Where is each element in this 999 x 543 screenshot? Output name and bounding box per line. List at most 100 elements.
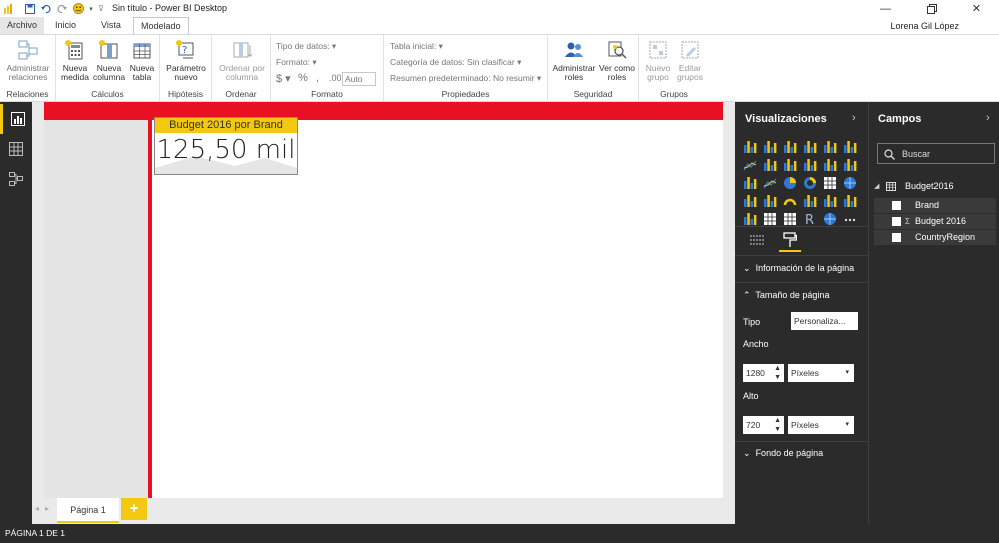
line-chart-icon[interactable] bbox=[743, 158, 758, 172]
multirow-card-icon[interactable] bbox=[823, 194, 838, 208]
tab-modelado[interactable]: Modelado bbox=[133, 17, 189, 35]
width-unit-dropdown[interactable]: Píxeles ▾ bbox=[788, 364, 854, 382]
data-type-dropdown[interactable]: Tipo de datos: ▾ bbox=[276, 41, 336, 52]
page-tab-1[interactable]: Página 1 bbox=[57, 498, 119, 523]
manage-relationships-button[interactable]: Administrar relaciones bbox=[4, 39, 52, 82]
field-item-budget-2016[interactable]: Σ Budget 2016 bbox=[874, 214, 996, 229]
fields-search-input[interactable]: Buscar bbox=[877, 143, 995, 164]
close-button[interactable]: ✕ bbox=[954, 0, 999, 17]
new-group-button[interactable]: Nuevo grupo bbox=[643, 39, 673, 82]
fields-well-icon[interactable] bbox=[749, 233, 765, 249]
filled-map-icon[interactable] bbox=[743, 194, 758, 208]
tab-archivo[interactable]: Archivo bbox=[0, 17, 45, 34]
gauge-icon[interactable] bbox=[783, 194, 798, 208]
height-input[interactable]: 720 ▲ ▼ bbox=[743, 416, 784, 434]
scroll-right-icon[interactable]: ▸ bbox=[45, 504, 49, 513]
line-clustered-icon[interactable] bbox=[823, 158, 838, 172]
new-parameter-button[interactable]: ? Parámetro nuevo bbox=[164, 39, 208, 82]
smiley-feedback-icon[interactable] bbox=[72, 2, 84, 15]
collapse-visualizations-icon[interactable]: › bbox=[852, 112, 856, 124]
table-visual-icon[interactable] bbox=[763, 212, 778, 226]
save-icon[interactable] bbox=[24, 2, 36, 15]
tab-inicio[interactable]: Inicio bbox=[48, 17, 83, 34]
edit-groups-button[interactable]: Editar grupos bbox=[675, 39, 705, 82]
sort-by-column-button[interactable]: Ordenar por columna bbox=[216, 39, 268, 82]
home-table-dropdown[interactable]: Tabla inicial: ▾ bbox=[390, 41, 443, 52]
view-as-roles-button[interactable]: Ver como roles bbox=[598, 39, 636, 82]
100-bar-icon[interactable] bbox=[823, 140, 838, 154]
page-type-dropdown[interactable]: Personaliza... bbox=[791, 312, 858, 330]
scatter-icon[interactable] bbox=[763, 176, 778, 190]
user-name[interactable]: Lorena Gil López bbox=[890, 21, 959, 31]
quick-access-customize-icon[interactable]: ⊽ bbox=[95, 2, 107, 15]
default-summarization-dropdown[interactable]: Resumen predeterminado: No resumir ▾ bbox=[390, 73, 541, 84]
manage-relationships-label-2: relaciones bbox=[8, 72, 48, 82]
section-page-information[interactable]: ⌄ Información de la página bbox=[743, 263, 854, 274]
model-view-icon[interactable] bbox=[0, 164, 32, 194]
new-table-button[interactable]: Nueva tabla bbox=[128, 39, 156, 82]
slicer-icon[interactable] bbox=[743, 212, 758, 226]
comma-icon[interactable]: , bbox=[316, 72, 319, 84]
pie-icon[interactable] bbox=[783, 176, 798, 190]
card-visual[interactable]: Budget 2016 por Brand 125,50 mil bbox=[154, 117, 298, 175]
line-column-icon[interactable] bbox=[803, 158, 818, 172]
100-column-icon[interactable] bbox=[843, 140, 858, 154]
new-group-icon bbox=[649, 41, 667, 59]
map-icon[interactable] bbox=[843, 176, 858, 190]
new-column-button[interactable]: Nueva columna bbox=[93, 39, 125, 82]
scroll-left-icon[interactable]: ◂ bbox=[35, 504, 39, 513]
donut-icon[interactable] bbox=[803, 176, 818, 190]
stepper-icon[interactable]: ▲ ▼ bbox=[774, 364, 781, 382]
tab-vista[interactable]: Vista bbox=[94, 17, 128, 34]
more-visuals-icon[interactable] bbox=[843, 212, 858, 226]
sort-by-column-label-2: columna bbox=[225, 72, 259, 82]
funnel-icon[interactable] bbox=[763, 194, 778, 208]
new-measure-button[interactable]: Nueva medida bbox=[60, 39, 90, 82]
kpi-icon[interactable] bbox=[843, 194, 858, 208]
maximize-button[interactable] bbox=[909, 0, 954, 17]
stepper-icon[interactable]: ▲ ▼ bbox=[774, 416, 781, 434]
area-chart-icon[interactable] bbox=[763, 158, 778, 172]
field-item-countryregion[interactable]: CountryRegion bbox=[874, 230, 996, 245]
data-category-dropdown[interactable]: Categoría de datos: Sin clasificar ▾ bbox=[390, 57, 521, 68]
manage-roles-button[interactable]: Administrar roles bbox=[551, 39, 597, 82]
field-table-budget2016[interactable]: ◢ Budget2016 bbox=[874, 179, 996, 194]
percent-icon[interactable]: % bbox=[298, 72, 308, 84]
decimal-icon[interactable]: .00 bbox=[329, 73, 342, 83]
height-unit-dropdown[interactable]: Píxeles ▾ bbox=[788, 416, 854, 434]
stacked-bar-icon[interactable] bbox=[743, 140, 758, 154]
r-visual-icon[interactable]: R bbox=[803, 212, 818, 228]
ribbon-chart-icon[interactable] bbox=[843, 158, 858, 172]
section-page-size[interactable]: ⌃ Tamaño de página bbox=[743, 290, 829, 301]
card-icon[interactable] bbox=[803, 194, 818, 208]
format-paint-roller-icon[interactable] bbox=[779, 230, 801, 252]
stacked-column-icon[interactable] bbox=[763, 140, 778, 154]
globe-icon[interactable] bbox=[823, 212, 838, 226]
minimize-button[interactable]: — bbox=[863, 0, 908, 17]
stacked-area-icon[interactable] bbox=[783, 158, 798, 172]
add-page-button[interactable]: + bbox=[121, 498, 147, 520]
decimal-places-input[interactable]: Auto bbox=[342, 72, 376, 86]
width-value: 1280 bbox=[746, 368, 765, 378]
matrix-icon[interactable] bbox=[783, 212, 798, 226]
report-view-icon[interactable] bbox=[0, 104, 32, 134]
field-checkbox[interactable] bbox=[892, 233, 901, 242]
undo-icon[interactable] bbox=[40, 2, 52, 15]
clustered-column-icon[interactable] bbox=[803, 140, 818, 154]
data-view-icon[interactable] bbox=[0, 134, 32, 164]
view-as-roles-icon bbox=[608, 41, 627, 59]
field-checkbox[interactable] bbox=[892, 201, 901, 210]
collapse-fields-icon[interactable]: › bbox=[986, 112, 990, 124]
waterfall-icon[interactable] bbox=[743, 176, 758, 190]
redo-icon[interactable] bbox=[56, 2, 68, 15]
field-checkbox[interactable] bbox=[892, 217, 901, 226]
report-page[interactable] bbox=[152, 120, 723, 498]
format-dropdown[interactable]: Formato: ▾ bbox=[276, 57, 317, 68]
data-category-label: Categoría de datos: Sin clasificar bbox=[390, 57, 515, 67]
section-page-background[interactable]: ⌄ Fondo de página bbox=[743, 448, 823, 459]
clustered-bar-icon[interactable] bbox=[783, 140, 798, 154]
currency-icon[interactable]: $ ▾ bbox=[276, 72, 291, 85]
field-item-brand[interactable]: Brand bbox=[874, 198, 996, 213]
treemap-icon[interactable] bbox=[823, 176, 838, 190]
width-input[interactable]: 1280 ▲ ▼ bbox=[743, 364, 784, 382]
